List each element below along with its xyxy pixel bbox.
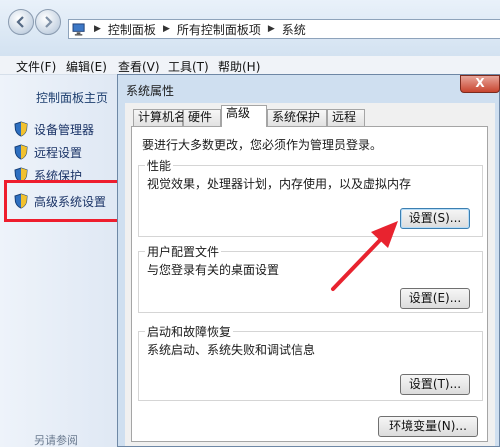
user-profiles-group: 用户配置文件 与您登录有关的桌面设置 设置(E)...	[138, 243, 483, 313]
tab-hardware[interactable]: 硬件	[183, 109, 221, 126]
computer-icon	[72, 22, 85, 36]
startup-recovery-title: 启动和故障恢复	[145, 323, 234, 340]
startup-recovery-description: 系统启动、系统失败和调试信息	[147, 343, 316, 357]
close-button[interactable]: X	[460, 75, 500, 93]
tab-computer-name[interactable]: 计算机名	[133, 109, 186, 126]
forward-button[interactable]	[35, 9, 61, 35]
shield-icon	[14, 144, 28, 160]
tab-remote[interactable]: 远程	[327, 109, 365, 126]
user-profiles-title: 用户配置文件	[145, 243, 222, 260]
user-profiles-description: 与您登录有关的桌面设置	[147, 263, 280, 277]
menu-edit[interactable]: 编辑(E)	[66, 58, 107, 75]
admin-note: 要进行大多数更改，您必须作为管理员登录。	[142, 138, 383, 152]
back-arrow-icon	[16, 16, 24, 28]
address-bar[interactable]: ▶ 控制面板 ▶ 所有控制面板项 ▶ 系统	[68, 19, 500, 39]
menu-view[interactable]: 查看(V)	[118, 58, 160, 75]
explorer-toolbar: ▶ 控制面板 ▶ 所有控制面板项 ▶ 系统	[0, 0, 500, 57]
breadcrumb-system[interactable]: 系统	[282, 21, 306, 38]
performance-settings-button[interactable]: 设置(S)...	[400, 208, 470, 229]
menu-help[interactable]: 帮助(H)	[218, 58, 260, 75]
breadcrumb-separator-icon: ▶	[162, 24, 170, 34]
dialog-body: 计算机名 硬件 高级 系统保护 远程 要进行大多数更改，您必须作为管理员登录。 …	[125, 103, 495, 446]
environment-variables-button[interactable]: 环境变量(N)...	[378, 416, 478, 437]
breadcrumb-control-panel[interactable]: 控制面板	[108, 21, 156, 38]
system-properties-dialog: 系统属性 X 计算机名 硬件 高级 系统保护 远程 要进行大多数更改，您必须作为…	[117, 74, 500, 447]
performance-group: 性能 视觉效果，处理器计划，内存使用，以及虚拟内存 设置(S)...	[138, 157, 483, 237]
shield-icon	[14, 121, 28, 137]
breadcrumb-separator-icon: ▶	[94, 24, 101, 34]
tab-system-protection[interactable]: 系统保护	[267, 109, 327, 126]
advanced-tab-panel: 要进行大多数更改，您必须作为管理员登录。 性能 视觉效果，处理器计划，内存使用，…	[131, 126, 488, 442]
breadcrumb-all-items[interactable]: 所有控制面板项	[177, 21, 261, 38]
menu-file[interactable]: 文件(F)	[16, 58, 56, 75]
menu-bar: 文件(F) 编辑(E) 查看(V) 工具(T) 帮助(H)	[0, 56, 500, 75]
performance-title: 性能	[145, 157, 174, 174]
highlight-box	[4, 180, 125, 222]
dialog-title: 系统属性	[126, 84, 175, 98]
close-icon: X	[475, 76, 485, 90]
sidebar-item-label: 设备管理器	[34, 122, 95, 137]
control-panel-home-link[interactable]: 控制面板主页	[36, 89, 108, 106]
performance-description: 视觉效果，处理器计划，内存使用，以及虚拟内存	[147, 177, 412, 191]
forward-arrow-icon	[45, 16, 53, 28]
breadcrumb-separator-icon: ▶	[267, 24, 275, 34]
sidebar-item-label: 远程设置	[34, 145, 83, 160]
sidebar-item-remote-settings[interactable]: 远程设置	[14, 143, 82, 161]
user-profiles-settings-button[interactable]: 设置(E)...	[400, 288, 470, 309]
see-also-heading: 另请参阅	[34, 434, 78, 447]
sidebar-item-device-manager[interactable]: 设备管理器	[14, 120, 94, 138]
menu-tools[interactable]: 工具(T)	[168, 58, 209, 75]
startup-recovery-group: 启动和故障恢复 系统启动、系统失败和调试信息 设置(T)...	[138, 323, 483, 401]
startup-recovery-settings-button[interactable]: 设置(T)...	[400, 374, 470, 395]
control-panel-sidebar: 控制面板主页 设备管理器 远程设置 系统保护 高级系统设置	[0, 75, 117, 447]
tab-advanced[interactable]: 高级	[221, 105, 267, 127]
back-button[interactable]	[8, 9, 34, 35]
